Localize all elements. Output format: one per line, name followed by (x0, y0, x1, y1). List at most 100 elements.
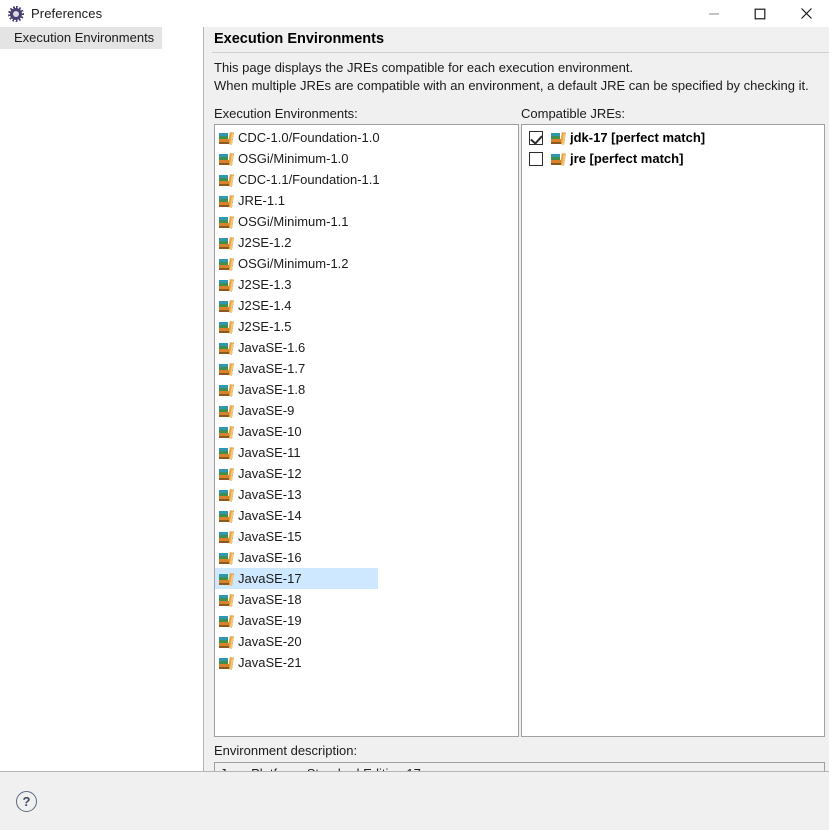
title-bar: Preferences (0, 0, 829, 27)
jre-library-icon (218, 445, 234, 461)
jre-library-icon (218, 613, 234, 629)
execution-environment-label: JavaSE-9 (238, 403, 295, 418)
jre-library-icon (218, 634, 234, 650)
execution-environment-label: JavaSE-1.6 (238, 340, 306, 355)
execution-environments-list[interactable]: CDC-1.0/Foundation-1.0 OSGi/Minimum-1.0 CD… (214, 124, 519, 737)
execution-environment-row[interactable]: J2SE-1.3 (215, 274, 518, 295)
environment-description-label: Environment description: (214, 743, 358, 758)
description-line-1: This page displays the JREs compatible f… (214, 60, 634, 75)
jre-library-icon (218, 340, 234, 356)
execution-environment-label: JavaSE-11 (238, 445, 301, 460)
compatible-jre-row[interactable]: jdk-17 [perfect match] (522, 127, 824, 148)
jre-library-icon (550, 130, 566, 146)
jre-library-icon (218, 151, 234, 167)
execution-environment-row[interactable]: J2SE-1.5 (215, 316, 518, 337)
sidebar-item-execution-environments[interactable]: Execution Environments (0, 27, 163, 49)
jre-library-icon (218, 508, 234, 524)
window-title: Preferences (31, 6, 103, 21)
execution-environment-label: CDC-1.1/Foundation-1.1 (238, 172, 380, 187)
execution-environment-row[interactable]: CDC-1.0/Foundation-1.0 (215, 127, 518, 148)
preferences-dialog: Preferences Execution Environments Execu… (0, 0, 829, 830)
jre-library-icon (218, 529, 234, 545)
jre-library-icon (218, 172, 234, 188)
execution-environment-label: JavaSE-13 (238, 487, 302, 502)
minimize-icon[interactable] (691, 0, 737, 27)
execution-environment-label: J2SE-1.4 (238, 298, 292, 313)
close-icon[interactable] (783, 0, 829, 27)
jre-library-icon (218, 214, 234, 230)
compatible-jres-list[interactable]: jdk-17 [perfect match] jre [perfect match… (521, 124, 825, 737)
jre-library-icon (218, 319, 234, 335)
execution-environment-label: J2SE-1.5 (238, 319, 292, 334)
default-jre-checkbox[interactable] (529, 130, 543, 145)
execution-environment-row[interactable]: JavaSE-18 (215, 589, 518, 610)
maximize-icon[interactable] (737, 0, 783, 27)
jre-library-icon (218, 571, 234, 587)
compatible-jre-label: jdk-17 [perfect match] (570, 130, 706, 145)
execution-environment-row[interactable]: OSGi/Minimum-1.2 (215, 253, 518, 274)
execution-environment-row[interactable]: JavaSE-1.6 (215, 337, 518, 358)
execution-environment-row[interactable]: JavaSE-21 (215, 652, 518, 673)
execution-environment-row[interactable]: JavaSE-14 (215, 505, 518, 526)
execution-environment-label: JavaSE-21 (238, 655, 302, 670)
execution-environment-label: OSGi/Minimum-1.2 (238, 256, 349, 271)
execution-environment-row[interactable]: JavaSE-12 (215, 463, 518, 484)
execution-environment-row[interactable]: JavaSE-11 (215, 442, 518, 463)
execution-environment-label: JRE-1.1 (238, 193, 285, 208)
window-controls (691, 0, 829, 27)
page-description: This page displays the JREs compatible f… (214, 59, 824, 95)
execution-environment-label: JavaSE-12 (238, 466, 302, 481)
help-icon[interactable]: ? (16, 791, 37, 812)
execution-environment-row[interactable]: JavaSE-16 (215, 547, 518, 568)
jre-library-icon (218, 592, 234, 608)
jre-library-icon (218, 277, 234, 293)
execution-environment-label: CDC-1.0/Foundation-1.0 (238, 130, 380, 145)
jre-library-icon (218, 382, 234, 398)
execution-environment-row[interactable]: J2SE-1.2 (215, 232, 518, 253)
preferences-nav-tree: Execution Environments (0, 27, 203, 771)
jre-library-icon (218, 466, 234, 482)
jre-library-icon (218, 361, 234, 377)
description-line-2: When multiple JREs are compatible with a… (214, 78, 809, 93)
execution-environment-row[interactable]: JavaSE-15 (215, 526, 518, 547)
execution-environment-label: JavaSE-20 (238, 634, 302, 649)
execution-environment-row[interactable]: J2SE-1.4 (215, 295, 518, 316)
jre-library-icon (218, 403, 234, 419)
execution-environment-row[interactable]: JavaSE-19 (215, 610, 518, 631)
execution-environment-label: J2SE-1.2 (238, 235, 292, 250)
execution-environment-label: JavaSE-1.8 (238, 382, 306, 397)
jre-library-icon (218, 655, 234, 671)
execution-environment-row[interactable]: JavaSE-9 (215, 400, 518, 421)
execution-environment-row[interactable]: OSGi/Minimum-1.0 (215, 148, 518, 169)
execution-environments-label: Execution Environments: (214, 106, 358, 121)
jre-library-icon (218, 487, 234, 503)
execution-environment-row[interactable]: JavaSE-1.7 (215, 358, 518, 379)
compatible-jres-label: Compatible JREs: (521, 106, 626, 121)
execution-environment-row[interactable]: JavaSE-1.8 (215, 379, 518, 400)
execution-environment-label: JavaSE-17 (238, 571, 302, 586)
execution-environment-label: JavaSE-16 (238, 550, 302, 565)
execution-environment-label: JavaSE-1.7 (238, 361, 306, 376)
execution-environment-label: OSGi/Minimum-1.1 (238, 214, 349, 229)
execution-environment-label: J2SE-1.3 (238, 277, 292, 292)
execution-environment-row[interactable]: JavaSE-17 (215, 568, 378, 589)
dialog-footer: ? Apply and Close Cancel CSDN @王铭诗 (0, 772, 829, 830)
execution-environment-label: JavaSE-19 (238, 613, 302, 628)
execution-environment-row[interactable]: JavaSE-10 (215, 421, 518, 442)
execution-environment-row[interactable]: CDC-1.1/Foundation-1.1 (215, 169, 518, 190)
jre-library-icon (550, 151, 566, 167)
execution-environment-row[interactable]: JRE-1.1 (215, 190, 518, 211)
compatible-jre-row[interactable]: jre [perfect match] (522, 148, 824, 169)
execution-environment-label: JavaSE-14 (238, 508, 302, 523)
content-pane: Execution Environments This page display… (204, 27, 829, 785)
execution-environment-row[interactable]: JavaSE-20 (215, 631, 518, 652)
execution-environment-row[interactable]: OSGi/Minimum-1.1 (215, 211, 518, 232)
jre-library-icon (218, 550, 234, 566)
execution-environment-row[interactable]: JavaSE-13 (215, 484, 518, 505)
title-separator (212, 52, 829, 53)
jre-library-icon (218, 235, 234, 251)
sidebar-item-label: Execution Environments (14, 30, 155, 45)
jre-library-icon (218, 298, 234, 314)
default-jre-checkbox[interactable] (529, 151, 543, 166)
jre-library-icon (218, 193, 234, 209)
